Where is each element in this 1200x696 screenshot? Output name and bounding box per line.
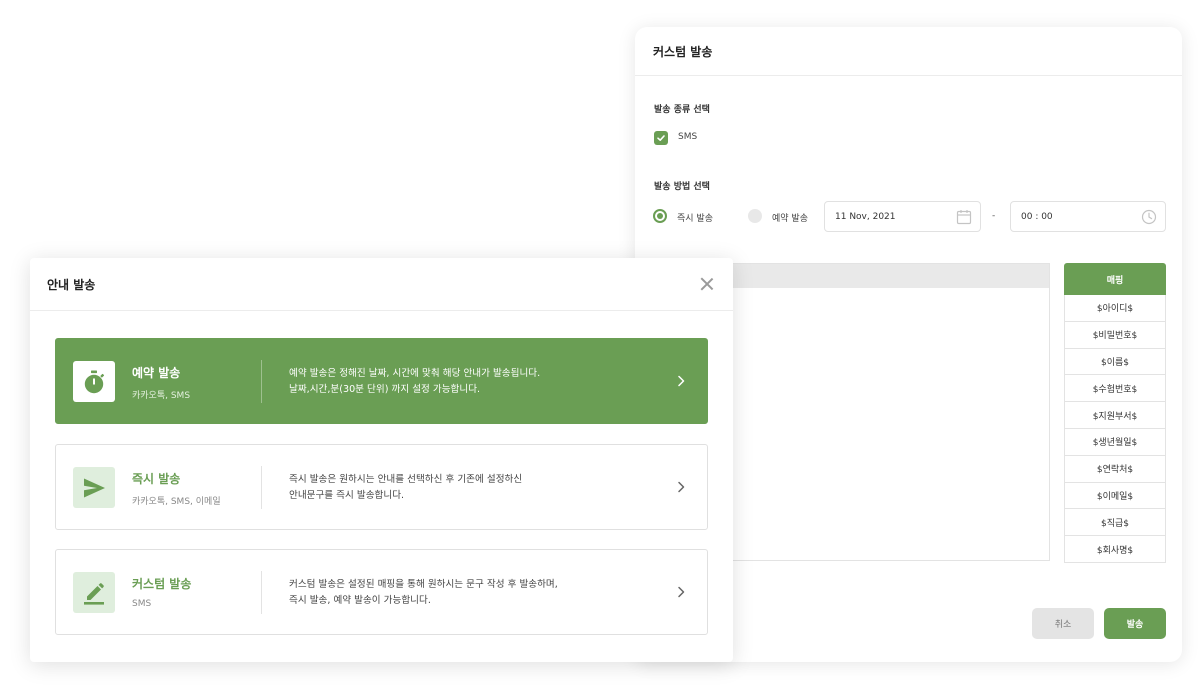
option-description-line2: 안내문구를 즉시 발송합니다. [289,490,405,501]
option-description-line2: 즉시 발송, 예약 발송이 가능합니다. [289,595,431,606]
radio-send-now[interactable] [653,209,667,223]
option-divider [261,571,262,614]
date-input[interactable]: 11 Nov, 2021 [824,201,981,232]
mapping-item[interactable]: $이름$ [1064,348,1166,376]
sms-checkbox-label: SMS [678,132,698,142]
option-description-line1: 즉시 발송은 원하시는 안내를 선택하신 후 기존에 설정하신 [289,474,523,485]
calendar-icon[interactable] [956,209,972,225]
mapping-header: 매핑 [1064,263,1166,295]
option-custom-send[interactable]: 커스텀 발송 SMS 커스텀 발송은 설정된 매핑을 통해 원하시는 문구 작성… [55,549,708,635]
mapping-item[interactable]: $비밀번호$ [1064,321,1166,349]
mapping-item[interactable]: $아이디$ [1064,295,1166,322]
sms-checkbox[interactable] [654,131,668,145]
date-time-separator: - [992,211,996,221]
option-title: 커스텀 발송 [132,577,192,591]
check-icon [657,135,665,141]
close-icon[interactable] [700,277,714,291]
chevron-right-icon [678,586,685,598]
mapping-item[interactable]: $지원부서$ [1064,402,1166,429]
option-description: 즉시 발송은 원하시는 안내를 선택하신 후 기존에 설정하신 안내문구를 즉시… [289,472,522,504]
guide-send-header: 안내 발송 [30,258,733,311]
send-type-label: 발송 종류 선택 [654,105,710,115]
send-button[interactable]: 발송 [1104,608,1166,639]
mapping-item[interactable]: $회사명$ [1064,536,1166,563]
chevron-right-icon [678,481,685,493]
radio-send-now-label: 즉시 발송 [677,214,713,224]
option-title: 예약 발송 [132,366,181,380]
chevron-right-icon [678,375,685,387]
custom-send-title: 커스텀 발송 [653,44,713,59]
time-input[interactable]: 00 : 00 [1010,201,1166,232]
guide-send-modal: 안내 발송 예약 발송 카카오톡, SMS 예약 발송은 정해진 날짜, 시간에… [30,258,733,662]
clock-icon[interactable] [1141,209,1157,225]
mapping-item[interactable]: $수험번호$ [1064,375,1166,403]
option-subtitle: 카카오톡, SMS [132,391,191,401]
option-divider [261,360,262,403]
radio-send-reserve-label: 예약 발송 [772,214,808,224]
option-subtitle: 카카오톡, SMS, 이메일 [132,497,221,507]
option-description-line1: 예약 발송은 정해진 날짜, 시간에 맞춰 해당 안내가 발송됩니다. [289,368,541,379]
date-value: 11 Nov, 2021 [835,211,896,222]
mapping-item[interactable]: $직급$ [1064,509,1166,537]
option-description: 커스텀 발송은 설정된 매핑을 통해 원하시는 문구 작성 후 발송하며, 즉시… [289,577,558,609]
stopwatch-icon [73,361,115,402]
mapping-item[interactable]: $생년월일$ [1064,428,1166,456]
option-reserved-send[interactable]: 예약 발송 카카오톡, SMS 예약 발송은 정해진 날짜, 시간에 맞춰 해당… [55,338,708,424]
option-subtitle: SMS [132,599,152,609]
radio-send-reserve[interactable] [748,209,762,223]
option-title: 즉시 발송 [132,472,181,486]
edit-icon [73,572,115,613]
option-description: 예약 발송은 정해진 날짜, 시간에 맞춰 해당 안내가 발송됩니다. 날짜,시… [289,366,540,398]
option-divider [261,466,262,509]
mapping-list: 매핑 $아이디$ $비밀번호$ $이름$ $수험번호$ $지원부서$ $생년월일… [1064,263,1166,563]
send-method-label: 발송 방법 선택 [654,182,710,192]
mapping-item[interactable]: $이메일$ [1064,482,1166,510]
send-icon [73,467,115,508]
option-description-line2: 날짜,시간,분(30분 단위) 까지 설정 가능합니다. [289,384,481,395]
custom-send-header: 커스텀 발송 [635,27,1182,76]
option-immediate-send[interactable]: 즉시 발송 카카오톡, SMS, 이메일 즉시 발송은 원하시는 안내를 선택하… [55,444,708,530]
mapping-item[interactable]: $연락처$ [1064,455,1166,483]
time-value: 00 : 00 [1021,211,1053,222]
option-description-line1: 커스텀 발송은 설정된 매핑을 통해 원하시는 문구 작성 후 발송하며, [289,579,558,590]
guide-send-title: 안내 발송 [47,277,96,292]
cancel-button[interactable]: 취소 [1032,608,1094,639]
